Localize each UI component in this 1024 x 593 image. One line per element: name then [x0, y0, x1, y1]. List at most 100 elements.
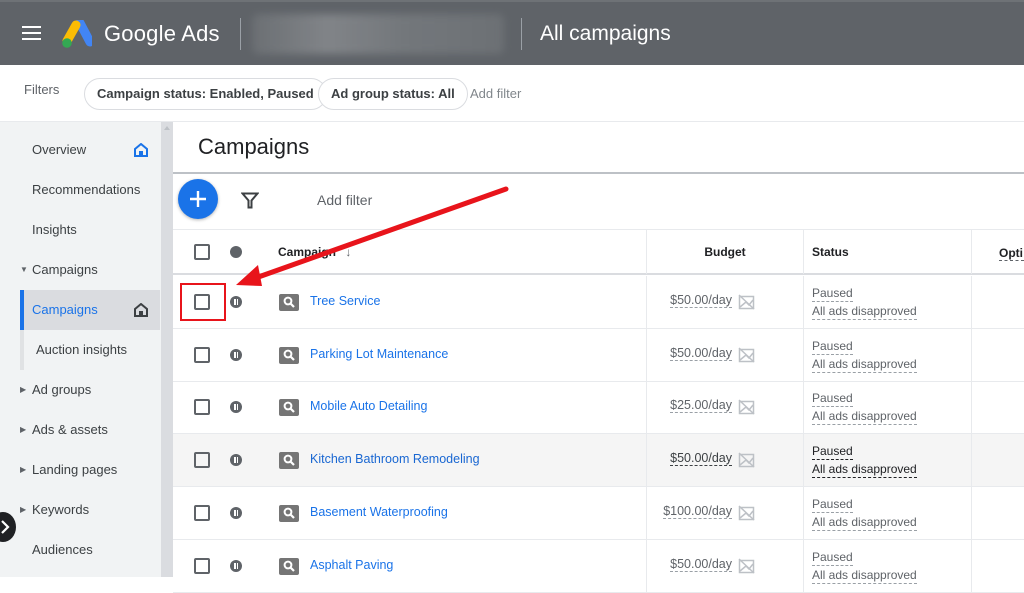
- sidebar-item-insights[interactable]: Insights: [0, 210, 160, 250]
- filter-bar: Filters Campaign status: Enabled, Paused…: [0, 65, 1024, 122]
- campaign-name-link[interactable]: Tree Service: [310, 294, 380, 308]
- sidebar-item-label: Ads & assets: [32, 422, 108, 437]
- column-header-budget[interactable]: Budget: [647, 230, 803, 274]
- page-scope-title[interactable]: All campaigns: [540, 22, 671, 46]
- campaign-name-link[interactable]: Asphalt Paving: [310, 558, 393, 572]
- sidebar-item-label: Insights: [32, 222, 77, 237]
- row-checkbox[interactable]: [194, 504, 210, 521]
- status-label[interactable]: Paused: [812, 391, 853, 408]
- table-row[interactable]: Mobile Auto Detailing $25.00/day Paused …: [173, 381, 1024, 435]
- filter-icon[interactable]: [241, 192, 259, 209]
- campaign-name-link[interactable]: Mobile Auto Detailing: [310, 399, 427, 413]
- add-filter-button[interactable]: Add filter: [317, 192, 372, 208]
- budget-chart-disabled-icon[interactable]: [738, 452, 755, 468]
- sidebar-item-audiences[interactable]: Audiences: [0, 530, 160, 570]
- add-filter-link[interactable]: Add filter: [470, 86, 521, 101]
- status-label[interactable]: Paused: [812, 497, 853, 513]
- caret-down-icon: ▼: [20, 265, 28, 274]
- sidebar-item-campaigns-group[interactable]: ▼ Campaigns: [0, 250, 160, 290]
- sidebar-item-ads-assets[interactable]: ▶ Ads & assets: [0, 410, 160, 450]
- table-row[interactable]: Tree Service $50.00/day Paused All ads d…: [173, 276, 1024, 329]
- status-label[interactable]: Paused: [812, 339, 853, 355]
- column-separator: [646, 539, 647, 592]
- table-row[interactable]: Parking Lot Maintenance $50.00/day Pause…: [173, 328, 1024, 382]
- budget-value[interactable]: $100.00/day: [663, 504, 732, 519]
- budget-chart-disabled-icon[interactable]: [738, 347, 755, 363]
- status-detail[interactable]: All ads disapproved: [812, 515, 917, 531]
- budget-chart-disabled-icon[interactable]: [738, 505, 755, 521]
- filter-chip-ad-group-status[interactable]: Ad group status: All: [318, 78, 468, 110]
- title-divider: [173, 172, 1024, 174]
- search-campaign-icon: [279, 557, 299, 575]
- row-checkbox[interactable]: [194, 346, 210, 363]
- column-separator: [646, 381, 647, 434]
- sidebar-item-auction-insights[interactable]: Auction insights: [20, 330, 160, 370]
- table-row[interactable]: Kitchen Bathroom Remodeling $50.00/day P…: [173, 434, 1024, 488]
- sidebar-scrollbar[interactable]: [161, 122, 173, 577]
- column-header-campaign[interactable]: Campaign ↓: [278, 230, 351, 274]
- column-separator: [971, 539, 972, 592]
- status-detail[interactable]: All ads disapproved: [812, 409, 917, 426]
- status-label[interactable]: Paused: [812, 550, 853, 566]
- brand-name: Google Ads: [104, 21, 220, 46]
- budget-chart-disabled-icon[interactable]: [738, 294, 755, 310]
- row-checkbox[interactable]: [194, 452, 210, 469]
- select-all-checkbox[interactable]: [194, 244, 210, 260]
- budget-chart-disabled-icon[interactable]: [738, 399, 755, 415]
- account-name-redacted[interactable]: [252, 14, 504, 54]
- sidebar-item-campaigns[interactable]: Campaigns: [20, 290, 160, 330]
- top-app-bar: Google Ads All campaigns: [0, 0, 1024, 65]
- status-detail[interactable]: All ads disapproved: [812, 462, 917, 479]
- search-campaign-icon: [279, 399, 299, 417]
- scroll-up-arrow-icon[interactable]: [164, 126, 170, 130]
- table-row[interactable]: Basement Waterproofing $100.00/day Pause…: [173, 486, 1024, 540]
- sidebar-item-label: Campaigns: [32, 262, 98, 277]
- status-detail[interactable]: All ads disapproved: [812, 568, 917, 584]
- status-detail[interactable]: All ads disapproved: [812, 304, 917, 320]
- chevron-right-icon: [1, 520, 10, 534]
- status-detail[interactable]: All ads disapproved: [812, 357, 917, 373]
- sidebar-item-ad-groups[interactable]: ▶ Ad groups: [0, 370, 160, 410]
- add-campaign-button[interactable]: [178, 179, 218, 219]
- row-checkbox[interactable]: [194, 399, 210, 416]
- paused-status-icon[interactable]: [230, 454, 242, 467]
- filter-chip-campaign-status[interactable]: Campaign status: Enabled, Paused: [84, 78, 327, 110]
- sidebar-item-landing-pages[interactable]: ▶ Landing pages: [0, 450, 160, 490]
- row-checkbox[interactable]: [194, 294, 210, 310]
- sidebar-item-recommendations[interactable]: Recommendations: [0, 170, 160, 210]
- budget-value[interactable]: $50.00/day: [670, 293, 732, 308]
- sort-arrow-down-icon: ↓: [345, 245, 352, 259]
- paused-status-icon[interactable]: [230, 348, 242, 361]
- budget-value[interactable]: $25.00/day: [670, 398, 732, 414]
- column-separator: [971, 328, 972, 381]
- sidebar-nav: Overview Recommendations Insights ▼ Camp…: [0, 122, 161, 577]
- caret-right-icon: ▶: [20, 385, 27, 394]
- campaign-status: Paused All ads disapproved: [812, 389, 917, 426]
- paused-status-icon[interactable]: [230, 296, 242, 308]
- budget-value[interactable]: $50.00/day: [670, 557, 732, 572]
- sidebar-item-label: Recommendations: [32, 182, 141, 197]
- column-separator: [971, 230, 972, 274]
- paused-status-icon[interactable]: [230, 559, 242, 572]
- column-header-status[interactable]: Status: [812, 230, 849, 274]
- table-row[interactable]: Asphalt Paving $50.00/day Paused All ads…: [173, 539, 1024, 593]
- campaign-name-link[interactable]: Kitchen Bathroom Remodeling: [310, 452, 480, 466]
- column-header-optimization-score[interactable]: Opti: [999, 246, 1024, 261]
- menu-icon[interactable]: [22, 26, 41, 40]
- column-separator: [803, 539, 804, 592]
- campaign-name-link[interactable]: Basement Waterproofing: [310, 505, 448, 519]
- campaign-name-link[interactable]: Parking Lot Maintenance: [310, 347, 448, 361]
- status-label[interactable]: Paused: [812, 286, 853, 302]
- paused-status-icon[interactable]: [230, 506, 242, 519]
- status-label[interactable]: Paused: [812, 444, 853, 461]
- status-column-icon[interactable]: [230, 246, 242, 258]
- sidebar-item-label: Auction insights: [36, 342, 128, 357]
- budget-chart-disabled-icon[interactable]: [738, 557, 755, 574]
- budget-value[interactable]: $50.00/day: [670, 346, 732, 361]
- budget-value[interactable]: $50.00/day: [670, 451, 732, 467]
- sidebar-item-keywords[interactable]: ▶ Keywords: [0, 490, 160, 530]
- column-separator: [646, 276, 647, 328]
- paused-status-icon[interactable]: [230, 401, 242, 414]
- sidebar-item-overview[interactable]: Overview: [0, 130, 160, 170]
- row-checkbox[interactable]: [194, 557, 210, 574]
